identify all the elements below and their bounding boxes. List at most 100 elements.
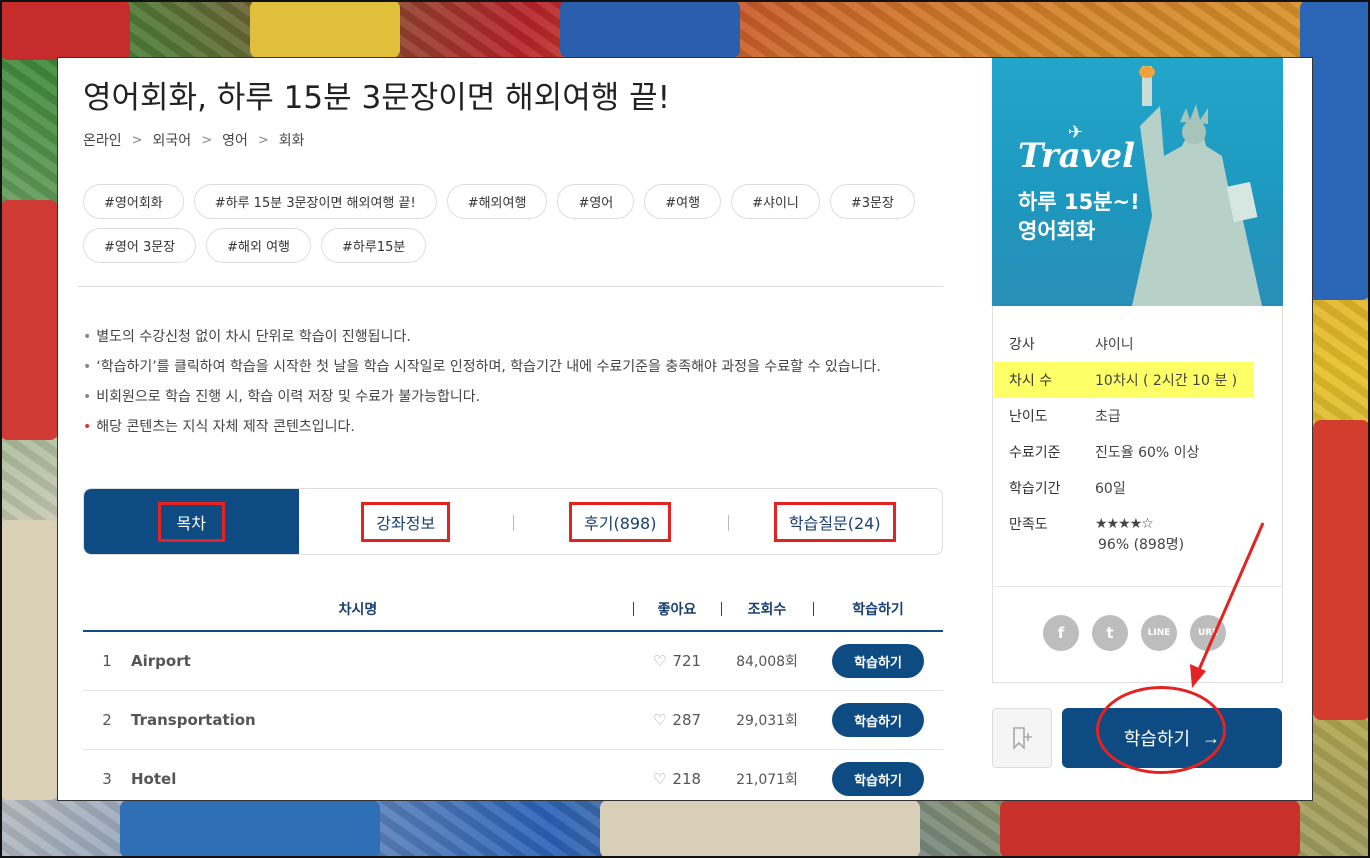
rating-stars: ★★★★☆ — [1095, 516, 1154, 532]
page-title: 영어회화, 하루 15분 3문장이면 해외여행 끝! — [83, 80, 671, 116]
lesson-name: Transportation — [131, 711, 256, 729]
tab-course-info[interactable]: 강좌정보 — [299, 489, 514, 554]
heart-icon: ♡ — [652, 711, 667, 729]
tab-label: 강좌정보 — [361, 501, 451, 542]
study-button[interactable]: 학습하기 — [832, 703, 924, 737]
heart-icon: ♡ — [652, 652, 667, 670]
info-label: 수료기준 — [1009, 445, 1061, 461]
notice-item: 비회원으로 학습 진행 시, 학습 이력 저장 및 수료가 불가능합니다. — [83, 382, 881, 412]
view-count: 29,031회 — [736, 713, 798, 729]
info-row-instructor: 강사 샤이니 — [992, 326, 1283, 362]
tag-chip[interactable]: #하루15분 — [321, 228, 427, 263]
tab-reviews[interactable]: 후기(898) — [513, 489, 728, 554]
arrow-right-icon: → — [1202, 727, 1221, 748]
heart-icon: ♡ — [652, 770, 667, 788]
section-divider — [992, 586, 1283, 587]
study-button[interactable]: 학습하기 — [832, 644, 924, 678]
tag-chip[interactable]: #여행 — [644, 184, 722, 219]
table-row: 1 Airport ♡ 721 84,008회 학습하기 — [83, 632, 943, 691]
tag-chip[interactable]: #영어회화 — [83, 184, 184, 219]
like-count[interactable]: ♡ 287 — [633, 711, 721, 729]
lesson-name: Airport — [131, 652, 191, 670]
column-header-action: 학습하기 — [813, 599, 943, 619]
line-icon[interactable]: LINE — [1141, 615, 1177, 651]
info-row-criteria: 수료기준 진도율 60% 이상 — [992, 434, 1283, 470]
tag-chip[interactable]: #영어 — [557, 184, 635, 219]
tab-bar: 목차 강좌정보 후기(898) 학습질문(24) — [83, 488, 943, 555]
start-learning-button[interactable]: 학습하기 → — [1062, 708, 1282, 768]
info-row-level: 난이도 초급 — [992, 398, 1283, 434]
tag-list: #영어회화 #하루 15분 3문장이면 해외여행 끝! #해외여행 #영어 #여… — [83, 184, 923, 263]
table-header: 차시명 좋아요 조회수 학습하기 — [83, 588, 943, 632]
breadcrumb: 온라인 > 외국어 > 영어 > 회화 — [83, 130, 305, 150]
thumbnail-line1: 하루 15분~! — [1018, 190, 1140, 214]
action-cell: 학습하기 — [813, 762, 943, 796]
breadcrumb-item[interactable]: 외국어 — [153, 130, 192, 150]
info-value: 60일 — [1095, 481, 1126, 497]
info-label: 난이도 — [1009, 409, 1048, 425]
column-header-likes: 좋아요 — [633, 599, 721, 619]
url-copy-icon[interactable]: URL — [1190, 615, 1226, 651]
action-cell: 학습하기 — [813, 703, 943, 737]
view-count: 21,071회 — [736, 772, 798, 788]
twitter-icon[interactable]: t — [1092, 615, 1128, 651]
like-count[interactable]: ♡ 721 — [633, 652, 721, 670]
tag-chip[interactable]: #샤이니 — [731, 184, 820, 219]
facebook-icon[interactable]: f — [1043, 615, 1079, 651]
tab-label: 학습질문(24) — [773, 501, 896, 542]
row-number: 3 — [102, 770, 112, 788]
breadcrumb-item[interactable]: 온라인 — [83, 130, 122, 150]
info-label: 차시 수 — [1009, 373, 1053, 389]
lesson-table: 차시명 좋아요 조회수 학습하기 1 Airport ♡ 721 84,008회 … — [83, 588, 943, 800]
info-label: 만족도 — [1009, 517, 1048, 533]
tab-label: 목차 — [157, 501, 225, 542]
info-value: 진도율 60% 이상 — [1095, 445, 1200, 461]
background-block — [0, 520, 58, 800]
satisfaction-value: 96% (898명) — [1098, 537, 1185, 553]
background-block — [1313, 420, 1370, 720]
tag-chip[interactable]: #3문장 — [829, 184, 915, 219]
breadcrumb-item[interactable]: 영어 — [222, 130, 248, 150]
like-value: 287 — [672, 711, 702, 729]
column-header-views: 조회수 — [721, 599, 813, 619]
table-row: 2 Transportation ♡ 287 29,031회 학습하기 — [83, 691, 943, 750]
notice-item: ‘학습하기’를 클릭하여 학습을 시작한 첫 날을 학습 시작일로 인정하며, … — [83, 352, 881, 382]
thumbnail-script: Travel — [1018, 136, 1136, 176]
share-buttons: f t LINE URL — [1043, 615, 1226, 651]
view-count: 84,008회 — [736, 654, 798, 670]
course-panel: 영어회화, 하루 15분 3문장이면 해외여행 끝! 온라인 > 외국어 > 영… — [57, 57, 1313, 801]
chevron-right-icon: > — [201, 132, 213, 148]
like-value: 218 — [672, 770, 702, 788]
tag-chip[interactable]: #영어 3문장 — [83, 228, 197, 263]
chevron-right-icon: > — [131, 132, 143, 148]
info-value: 초급 — [1095, 409, 1121, 425]
tag-chip[interactable]: #해외여행 — [446, 184, 548, 219]
statue-of-liberty-illustration — [1132, 66, 1262, 306]
section-divider — [78, 286, 943, 287]
notice-list: 별도의 수강신청 없이 차시 단위로 학습이 진행됩니다. ‘학습하기’를 클릭… — [83, 322, 881, 442]
tag-chip[interactable]: #해외 여행 — [206, 228, 312, 263]
tab-label: 후기(898) — [569, 501, 672, 542]
lesson-name: Hotel — [131, 770, 177, 788]
course-thumbnail: ✈ Travel 하루 15분~! 영어회화 — [992, 58, 1283, 306]
tab-questions[interactable]: 학습질문(24) — [727, 489, 943, 554]
background-block — [0, 0, 130, 60]
bookmark-plus-icon — [1013, 727, 1032, 750]
info-label: 학습기간 — [1009, 481, 1061, 497]
study-button[interactable]: 학습하기 — [832, 762, 924, 796]
notice-item: 해당 콘텐츠는 지식 자체 제작 콘텐츠입니다. — [83, 412, 881, 442]
info-row-period: 학습기간 60일 — [992, 470, 1283, 506]
tab-contents[interactable]: 목차 — [84, 489, 299, 554]
column-header-name: 차시명 — [338, 602, 378, 618]
course-info: 강사 샤이니 차시 수 10차시 ( 2시간 10 분 ) 난이도 초급 수료기… — [992, 326, 1283, 554]
like-count[interactable]: ♡ 218 — [633, 770, 721, 788]
bookmark-add-button[interactable] — [992, 708, 1052, 768]
row-number: 2 — [102, 711, 112, 729]
info-value: 10차시 ( 2시간 10 분 ) — [1095, 373, 1238, 389]
table-row: 3 Hotel ♡ 218 21,071회 학습하기 — [83, 750, 943, 800]
background-block — [560, 0, 740, 58]
info-row-sessions: 차시 수 10차시 ( 2시간 10 분 ) — [994, 362, 1254, 398]
breadcrumb-item[interactable]: 회화 — [279, 130, 305, 150]
tag-chip[interactable]: #하루 15분 3문장이면 해외여행 끝! — [193, 184, 437, 219]
notice-item: 별도의 수강신청 없이 차시 단위로 학습이 진행됩니다. — [83, 322, 881, 352]
